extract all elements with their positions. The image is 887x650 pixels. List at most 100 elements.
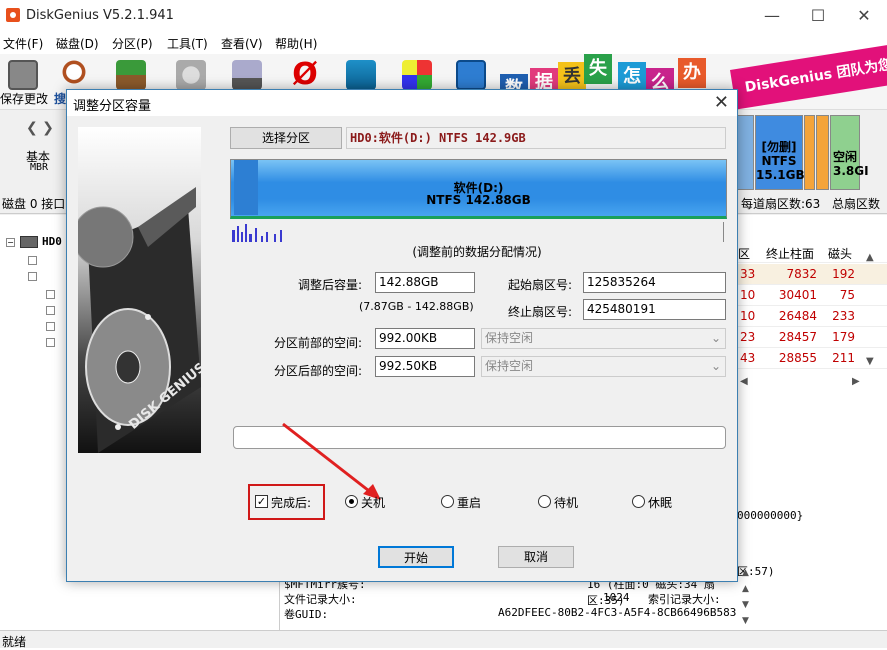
menu-bar: 文件(F) 磁盘(D) 分区(P) 工具(T) 查看(V) 帮助(H) [0,32,887,54]
end-sector-input[interactable]: 425480191 [583,299,726,320]
info-value: 1024 [603,591,630,604]
radio-shutdown-label[interactable]: 关机 [361,494,385,511]
partition-block-reserved[interactable]: [勿删] NTFS 15.1GB [755,115,805,190]
search-label: 搜 [54,92,67,106]
nav-arrows-icon[interactable]: ❮ ❯ [26,120,54,136]
menu-file[interactable]: 文件(F) [3,35,43,52]
partition-block[interactable] [816,115,829,190]
scroll-right-icon[interactable]: ▶ [852,376,860,387]
partition-visual[interactable]: 软件(D:) NTFS 142.88GB [230,159,727,219]
maximize-button[interactable]: ☐ [795,0,841,32]
banner-tile: 办 [678,58,706,88]
start-sector-label: 起始扇区号: [508,278,573,292]
info-key: 索引记录大小: [648,593,721,606]
start-button[interactable]: 开始 [378,546,454,568]
dialog-close-icon[interactable]: ✕ [714,92,729,113]
minimize-button[interactable]: — [749,0,795,32]
radio-restart-label[interactable]: 重启 [457,494,481,511]
partition-table: 区 终止柱面 磁头 33 7832 192 10 30401 75 10 264… [738,240,887,370]
block-size: 15.1GB [756,168,805,182]
banner-tile: 失 [584,54,612,84]
delete-icon[interactable]: Ø [290,60,320,90]
size-range: (7.87GB - 142.88GB) [359,300,474,313]
scroll-down-icon[interactable]: ▼ [866,356,874,367]
cell: 23 [740,330,756,344]
before-space-select[interactable]: 保持空闲 ⌄ [481,328,726,349]
title-bar: DiskGenius V5.2.1.941 — ☐ ✕ [0,0,887,32]
radio-standby-label[interactable]: 待机 [554,494,578,511]
start-sector-input[interactable]: 125835264 [583,272,726,293]
vertical-scrollbar[interactable]: ▲ ▲ ▼ ▼ [742,565,749,629]
radio-standby[interactable] [538,495,551,508]
scroll-left-icon[interactable]: ◀ [740,376,748,387]
expand-icon[interactable] [46,338,55,347]
expand-icon[interactable] [28,272,37,281]
chart-caption: (调整前的数据分配情况) [412,245,542,259]
cell: 75 [839,288,855,302]
table-row[interactable]: 33 7832 192 [738,264,887,285]
info-key: 文件记录大小: [284,593,357,606]
radio-hibernate[interactable] [632,495,645,508]
menu-help[interactable]: 帮助(H) [275,35,317,52]
after-space-input[interactable]: 992.50KB [375,356,475,377]
cancel-button[interactable]: 取消 [498,546,574,568]
dialog-title: 调整分区容量 [73,99,152,114]
expand-icon[interactable] [28,256,37,265]
cell: 192 [832,267,855,281]
dialog-title-bar: 调整分区容量 ✕ [67,90,737,116]
table-row[interactable]: 23 28457 179 [738,327,887,348]
cell: 33 [740,267,756,281]
after-space-label: 分区后部的空间: [274,364,363,378]
end-sector-label: 终止扇区号: [508,305,573,319]
size-input[interactable]: 142.88GB [375,272,475,293]
partition-block[interactable] [737,115,754,190]
info-value: A62DFEEC-80B2-4FC3-A5F4-8CB66496B583 [498,606,737,619]
table-row[interactable]: 43 28855 211 [738,348,887,369]
tree-root[interactable]: HD0 [42,235,62,248]
disk-icon[interactable] [232,60,262,90]
after-completion-checkbox[interactable]: ✓ [255,495,268,508]
cell: 26484 [778,309,817,323]
disk-scheme: MBR [30,162,49,173]
partition-chart-icon[interactable] [402,60,432,90]
chevron-down-icon: ⌄ [710,331,721,345]
partition-block[interactable] [804,115,815,190]
cell: 43 [740,351,756,365]
radio-shutdown[interactable] [345,495,358,508]
status-text: 就绪 [2,635,27,649]
radio-hibernate-label[interactable]: 休眠 [648,494,672,511]
cell: 179 [832,330,855,344]
window-title: DiskGenius V5.2.1.941 [26,8,174,23]
cell: 10 [740,288,756,302]
select-partition-button[interactable]: 选择分区 [230,127,342,149]
expand-icon[interactable]: − [6,238,15,247]
table-row[interactable]: 10 26484 233 [738,306,887,327]
after-space-select[interactable]: 保持空闲 ⌄ [481,356,726,377]
recover-files-icon[interactable] [116,60,146,90]
sectors-per-track: 每道扇区数:63 [741,197,821,211]
col-header: 终止柱面 [766,247,815,261]
save-changes-icon[interactable] [8,60,38,90]
menu-partition[interactable]: 分区(P) [112,35,153,52]
banner-tile: 怎 [618,62,646,92]
menu-disk[interactable]: 磁盘(D) [56,35,99,52]
partition-block-free[interactable]: 空闲 3.8GI [830,115,869,190]
close-button[interactable]: ✕ [841,0,887,32]
expand-icon[interactable] [46,322,55,331]
radio-restart[interactable] [441,495,454,508]
info-key: 卷GUID: [284,608,329,621]
before-space-input[interactable]: 992.00KB [375,328,475,349]
block-label: [勿删] [761,140,797,154]
expand-icon[interactable] [46,306,55,315]
menu-tools[interactable]: 工具(T) [167,35,208,52]
format-icon[interactable] [346,60,376,90]
system-migrate-icon[interactable] [456,60,486,90]
hdd-icon [20,236,38,248]
scroll-up-icon[interactable]: ▲ [866,252,874,263]
status-bar: 就绪 [0,630,887,649]
menu-view[interactable]: 查看(V) [221,35,263,52]
backup-icon[interactable] [176,60,206,90]
table-row[interactable]: 10 30401 75 [738,285,887,306]
search-partition-icon[interactable] [62,60,92,90]
expand-icon[interactable] [46,290,55,299]
